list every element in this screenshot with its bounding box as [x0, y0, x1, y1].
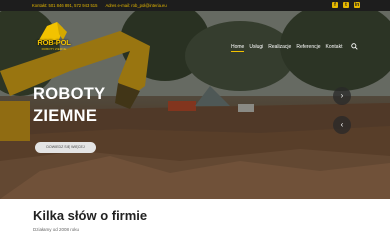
- main-nav: Home Usługi Realizacje Referencje Kontak…: [231, 44, 342, 52]
- logo-name[interactable]: ROB-POL: [33, 38, 75, 47]
- nav-item-services[interactable]: Usługi: [249, 44, 263, 52]
- learn-more-button[interactable]: DOWIEDZ SIĘ WIĘCEJ: [35, 142, 96, 153]
- hero-title: ROBOTY ZIEMNE: [33, 83, 105, 127]
- facebook-icon[interactable]: f: [332, 2, 338, 8]
- top-bar: Kontakt: 501 846 891, 572 943 515 Adres …: [0, 0, 390, 11]
- hero-title-line2: ZIEMNE: [33, 107, 98, 125]
- hero-slider: ROB-POL ROBOTY ZIEMNE Home Usługi Realiz…: [0, 11, 390, 199]
- contact-email[interactable]: Adres e-mail: rob_pol@interia.eu: [105, 3, 166, 8]
- nav-item-home[interactable]: Home: [231, 44, 245, 52]
- about-subtitle: Działamy od 2008 roku: [33, 227, 80, 232]
- search-icon[interactable]: [351, 43, 358, 50]
- social-links: f t in: [332, 2, 360, 8]
- nav-item-contact[interactable]: Kontakt: [326, 44, 343, 52]
- about-title: Kilka słów o firmie: [33, 208, 148, 223]
- twitter-icon[interactable]: t: [343, 2, 349, 8]
- nav-item-references[interactable]: Referencje: [296, 44, 320, 52]
- logo-tagline: ROBOTY ZIEMNE: [41, 47, 67, 51]
- slider-next-button[interactable]: ›: [333, 87, 351, 105]
- hero-title-line1: ROBOTY: [33, 85, 106, 103]
- nav-item-projects[interactable]: Realizacje: [268, 44, 291, 52]
- linkedin-icon[interactable]: in: [354, 2, 360, 8]
- contact-phone: Kontakt: 501 846 891, 572 943 515: [32, 3, 98, 8]
- slider-prev-button[interactable]: ‹: [333, 116, 351, 134]
